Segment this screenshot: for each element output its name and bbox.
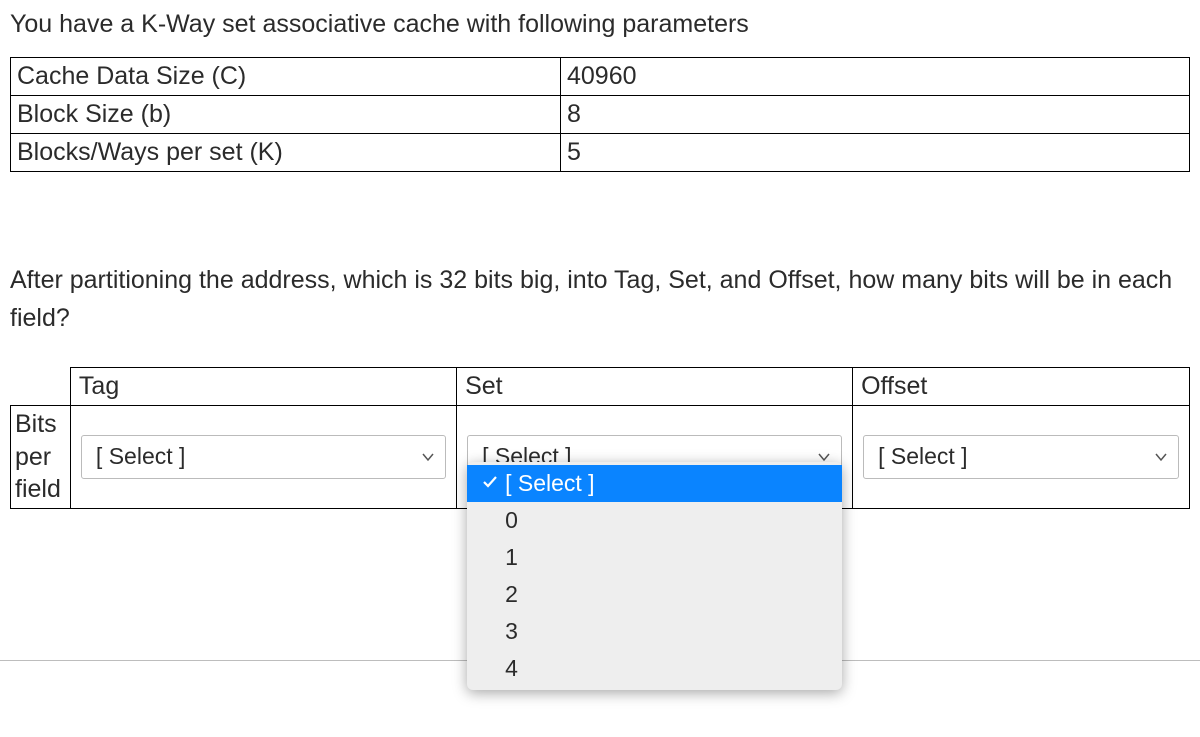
dropdown-option-label: 3 [505, 618, 518, 645]
dropdown-option[interactable]: [ Select ] [467, 465, 842, 502]
param-label: Block Size (b) [11, 96, 561, 134]
row-header-bits: Bitsperfield [11, 406, 71, 509]
param-label: Blocks/Ways per set (K) [11, 134, 561, 172]
chevron-down-icon [1154, 450, 1168, 464]
table-row: Blocks/Ways per set (K) 5 [11, 134, 1190, 172]
table-row: Block Size (b) 8 [11, 96, 1190, 134]
dropdown-option-label: 1 [505, 544, 518, 571]
dropdown-option-label: [ Select ] [505, 470, 594, 497]
param-value: 40960 [561, 58, 1190, 96]
dropdown-option[interactable]: 0 [467, 502, 842, 539]
param-label: Cache Data Size (C) [11, 58, 561, 96]
dropdown-option[interactable]: 2 [467, 576, 842, 613]
param-value: 8 [561, 96, 1190, 134]
select-value: [ Select ] [96, 443, 185, 470]
question-text: After partitioning the address, which is… [10, 262, 1190, 337]
answer-table: Tag Set Offset Bitsperfield [ Select ] [… [10, 367, 1190, 509]
select-value: [ Select ] [878, 443, 967, 470]
select-set-dropdown[interactable]: [ Select ] 0 1 2 [467, 462, 842, 690]
dropdown-option-label: 4 [505, 655, 518, 682]
parameter-table: Cache Data Size (C) 40960 Block Size (b)… [10, 57, 1190, 172]
empty-corner [11, 368, 71, 406]
column-header-tag: Tag [70, 368, 456, 406]
table-row: Cache Data Size (C) 40960 [11, 58, 1190, 96]
intro-text: You have a K-Way set associative cache w… [10, 10, 1190, 39]
select-tag[interactable]: [ Select ] [81, 435, 446, 479]
checkmark-icon [481, 470, 505, 497]
dropdown-option[interactable]: 3 [467, 613, 842, 650]
dropdown-option-label: 2 [505, 581, 518, 608]
dropdown-option[interactable]: 4 [467, 650, 842, 687]
dropdown-option-label: 0 [505, 507, 518, 534]
column-header-set: Set [457, 368, 853, 406]
dropdown-option[interactable]: 1 [467, 539, 842, 576]
column-header-offset: Offset [853, 368, 1190, 406]
select-offset[interactable]: [ Select ] [863, 435, 1179, 479]
chevron-down-icon [421, 450, 435, 464]
param-value: 5 [561, 134, 1190, 172]
